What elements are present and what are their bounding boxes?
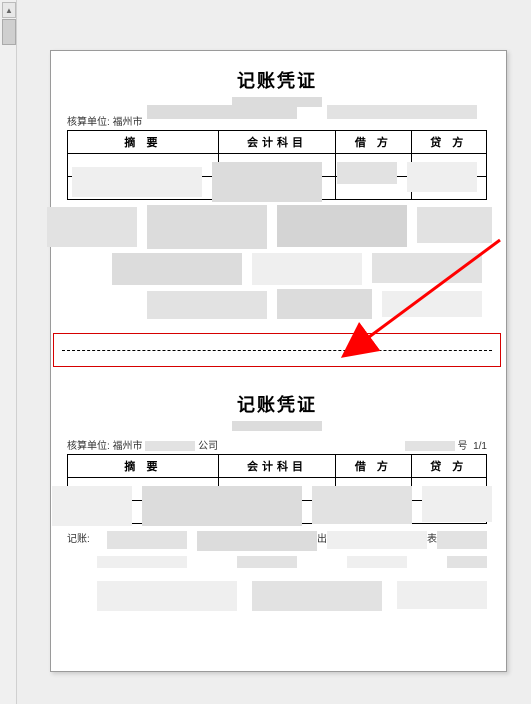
voucher-title: 记账凭证 (67, 67, 487, 93)
print-preview-page: 记账凭证 核算单位: 福州市 摘 要 会计科目 借 方 贷 方 (50, 50, 507, 672)
redaction-block (147, 205, 267, 249)
unit-label: 核算单位: (67, 441, 110, 452)
table-header-row: 摘 要 会计科目 借 方 贷 方 (68, 131, 487, 154)
redaction-block (437, 531, 487, 549)
unit-value-prefix: 福州市 (113, 441, 143, 452)
redaction-block (237, 556, 297, 568)
unit-value-prefix: 福州市 (113, 117, 143, 128)
redaction-block (337, 162, 397, 184)
redaction-block (212, 162, 322, 202)
redaction-block (47, 207, 137, 247)
redaction-block (327, 105, 477, 119)
unit-label: 核算单位: (67, 117, 110, 128)
page-break-highlight (53, 333, 501, 367)
redaction-block (312, 486, 412, 524)
redaction-block (372, 253, 482, 283)
voucher-title: 记账凭证 (67, 391, 487, 417)
redaction-block (327, 531, 427, 549)
redaction-block (145, 441, 195, 451)
redaction-block (147, 105, 297, 119)
redaction-block (405, 441, 455, 451)
voucher-1: 记账凭证 核算单位: 福州市 摘 要 会计科目 借 方 贷 方 (67, 67, 487, 327)
redaction-block (142, 486, 302, 526)
scroll-thumb[interactable] (2, 19, 16, 45)
redaction-block (277, 205, 407, 247)
redaction-block (97, 581, 237, 611)
scroll-up-arrow-icon[interactable]: ▲ (2, 2, 16, 18)
table-header-row: 摘 要 会计科目 借 方 贷 方 (68, 455, 487, 478)
redaction-block (417, 207, 492, 243)
col-credit-header: 贷 方 (411, 455, 486, 478)
redaction-block (147, 291, 267, 319)
redaction-block (422, 486, 492, 522)
redaction-block (112, 253, 242, 285)
col-summary-header: 摘 要 (68, 131, 219, 154)
redaction-block (252, 581, 382, 611)
redaction-block (97, 556, 187, 568)
redaction-block (397, 581, 487, 609)
voucher-2: 记账凭证 核算单位: 福州市 公司 号 1/1 (67, 391, 487, 611)
col-summary-header: 摘 要 (68, 455, 219, 478)
voucher-meta-row: 核算单位: 福州市 公司 号 1/1 (67, 437, 487, 451)
seq-suffix: 号 (458, 441, 468, 452)
title-underline (232, 421, 322, 431)
redaction-block (277, 289, 372, 319)
page-break-dashed-line (62, 350, 492, 351)
redaction-block (447, 556, 487, 568)
redaction-block (52, 486, 132, 526)
col-credit-header: 贷 方 (411, 131, 486, 154)
document-viewer: ▲ 记账凭证 核算单位: 福州市 摘 要 会计科目 借 方 (0, 0, 531, 704)
page-indicator: 1/1 (473, 441, 487, 452)
footer-recorder: 记账: (67, 530, 90, 545)
redaction-block (72, 167, 202, 197)
col-debit-header: 借 方 (336, 131, 411, 154)
redaction-block (382, 291, 482, 317)
redaction-block (347, 556, 407, 568)
col-subject-header: 会计科目 (218, 455, 335, 478)
col-subject-header: 会计科目 (218, 131, 335, 154)
col-debit-header: 借 方 (336, 455, 411, 478)
redaction-block (407, 162, 477, 192)
redaction-block (197, 531, 317, 551)
redaction-block (107, 531, 187, 549)
redaction-block (252, 253, 362, 285)
vertical-scrollbar[interactable]: ▲ (0, 0, 17, 704)
unit-value-suffix: 公司 (198, 441, 218, 452)
